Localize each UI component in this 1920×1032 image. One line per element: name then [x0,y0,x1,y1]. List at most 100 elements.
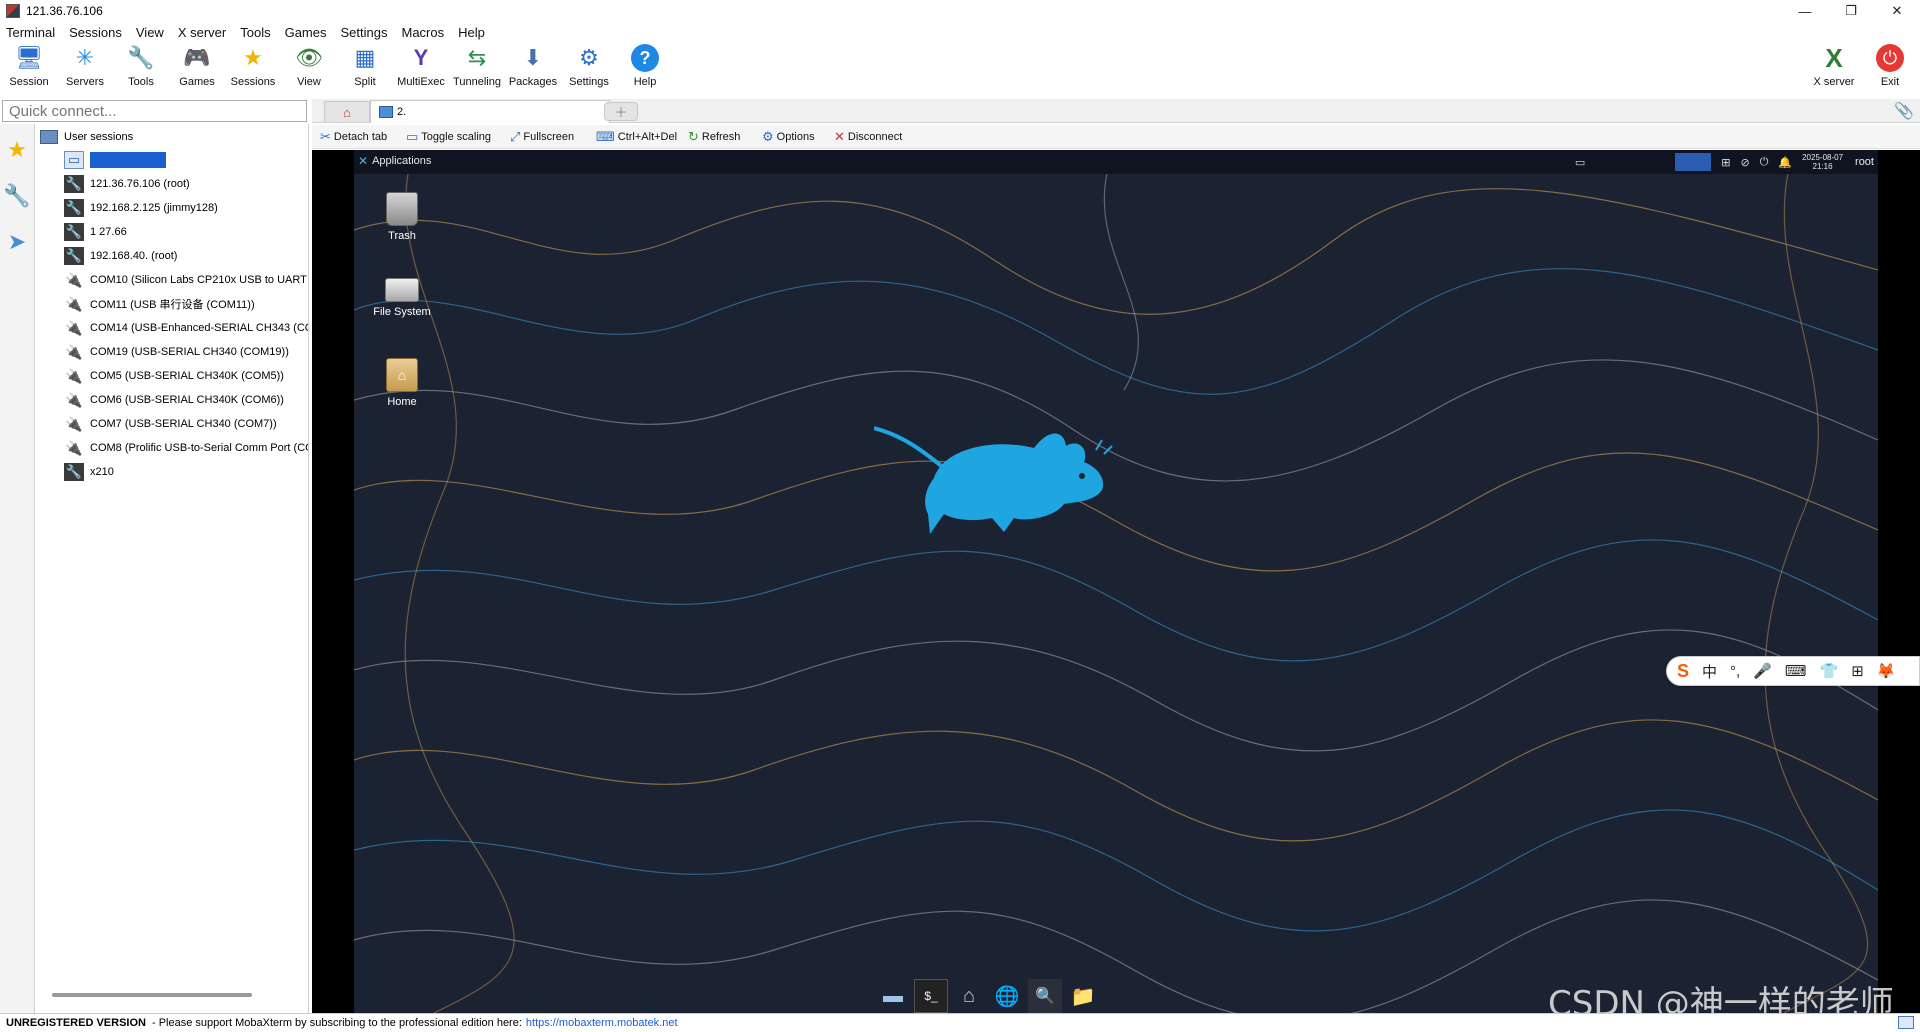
exit-button[interactable]: ⏻ Exit [1862,44,1918,96]
xfce-desktop[interactable]: ✕ Applications ▭ ⊞ ⊘ ⏻ 🔔 2025-08-07 21:1… [354,150,1878,1013]
home-tab[interactable]: ⌂ [324,101,370,122]
user-sessions-folder[interactable]: User sessions [40,130,133,144]
xfce-top-panel: ✕ Applications ▭ ⊞ ⊘ ⏻ 🔔 2025-08-07 21:1… [354,150,1878,174]
restore-button[interactable]: ❐ [1828,0,1874,22]
session-item[interactable]: 🔌 COM10 (Silicon Labs CP210x USB to UART… [64,270,308,290]
session-item[interactable]: 🔧 1 27.66 [64,222,127,242]
ime-punctuation-icon[interactable]: °, [1730,663,1740,680]
session-item[interactable]: 🔧 192.168.40. (root) [64,246,177,266]
notification-bell-icon[interactable]: 🔔 [1778,156,1792,169]
refresh-button[interactable]: ↻ Refresh [688,129,740,145]
fullscreen-button[interactable]: ⤢ Fullscreen [510,129,574,145]
sessions-button[interactable]: ★ Sessions [225,44,281,96]
menu-settings[interactable]: Settings [341,25,388,40]
desktop-file-system[interactable]: File System [362,268,442,318]
file-manager-icon[interactable]: ⌂ [952,979,986,1013]
keyboard-icon[interactable]: ⌨ [1785,662,1807,680]
servers-button[interactable]: ✳ Servers [57,44,113,96]
mascot-icon[interactable]: 🦊 [1877,662,1896,680]
session-item[interactable]: 🔧 121.36.76.106 (root) [64,174,190,194]
web-browser-icon[interactable]: 🌐 [990,979,1024,1013]
power-icon[interactable]: ⏻ [1760,156,1769,169]
ssh-key-icon: 🔧 [64,175,84,193]
desktop-home[interactable]: ⌂ Home [362,358,442,408]
toolbox-grid-icon[interactable]: ⊞ [1851,662,1864,680]
status-monitor-icon[interactable] [1898,1016,1914,1029]
sftp-send-tab-icon[interactable]: ➤ [2,222,32,262]
ssh-key-icon: 🔧 [64,199,84,217]
panel-clock[interactable]: 2025-08-07 21:16 [1802,153,1843,171]
remote-display-area[interactable]: ✕ Applications ▭ ⊞ ⊘ ⏻ 🔔 2025-08-07 21:1… [312,150,1920,1013]
session-item[interactable]: 🔌 COM14 (USB-Enhanced-SERIAL CH343 (COI [64,318,308,338]
session-item[interactable]: 🔧 192.168.2.125 (jimmy128) [64,198,218,218]
mobaxterm-link[interactable]: https://mobaxterm.mobatek.net [526,1017,678,1029]
settings-button[interactable]: ⚙ Settings [561,44,617,96]
xdmcp-tab-icon [379,106,393,118]
window-titlebar: 121.36.76.106 — ❐ ✕ [0,0,1920,22]
split-button[interactable]: ▦ Split [337,44,393,96]
view-button[interactable]: 👁 View [281,44,337,96]
close-button[interactable]: ✕ [1874,0,1920,22]
quick-connect-input[interactable] [2,100,307,122]
disconnect-icon: ✕ [834,129,845,144]
folder-icon[interactable]: 📁 [1066,979,1100,1013]
session-item[interactable]: 🔌 COM5 (USB-SERIAL CH340K (COM5)) [64,366,284,386]
session-button[interactable]: 🖥 Session [1,44,57,96]
menu-xserver[interactable]: X server [178,25,226,40]
session-item[interactable]: 🔌 COM7 (USB-SERIAL CH340 (COM7)) [64,414,276,434]
tunneling-button[interactable]: ⇆ Tunneling [449,44,505,96]
panel-user[interactable]: root [1855,156,1874,168]
ssh-key-icon: 🔧 [64,247,84,265]
ime-language-toggle[interactable]: 中 [1702,661,1717,682]
paperclip-icon[interactable]: 📎 [1894,101,1914,121]
menu-help[interactable]: Help [458,25,485,40]
toggle-scaling-button[interactable]: ▭ Toggle scaling [406,129,491,145]
games-button[interactable]: 🎮 Games [169,44,225,96]
network-icon[interactable]: ⊞ [1721,156,1730,169]
new-tab-button[interactable]: ＋ [604,102,638,121]
disconnect-button[interactable]: ✕ Disconnect [834,129,902,145]
menu-tools[interactable]: Tools [240,25,270,40]
menu-terminal[interactable]: Terminal [6,25,55,40]
menu-view[interactable]: View [136,25,164,40]
detach-tab-button[interactable]: ✂ Detach tab [320,129,387,145]
minimize-button[interactable]: — [1782,0,1828,22]
menu-macros[interactable]: Macros [401,25,444,40]
menu-games[interactable]: Games [285,25,327,40]
search-icon[interactable]: 🔍 [1028,979,1062,1013]
clock-time: 21:16 [1812,162,1833,171]
window-buttons-icon[interactable]: ▭ [1575,156,1585,169]
session-item[interactable]: 🔌 COM6 (USB-SERIAL CH340K (COM6)) [64,390,284,410]
help-button[interactable]: ? Help [617,44,673,96]
menu-sessions[interactable]: Sessions [69,25,122,40]
options-button[interactable]: ⚙ Options [762,129,815,145]
serial-plug-icon: 🔌 [65,391,83,408]
session-item[interactable]: ▭ [64,150,166,170]
tools-button[interactable]: 🔧 Tools [113,44,169,96]
session-item[interactable]: 🔌 COM19 (USB-SERIAL CH340 (COM19)) [64,342,289,362]
sessions-star-tab-icon[interactable]: ★ [2,130,32,170]
xserver-button[interactable]: X X server [1806,44,1862,96]
no-signal-icon[interactable]: ⊘ [1740,156,1749,169]
sessions-horizontal-scrollbar[interactable] [52,993,252,997]
view-icon: 👁 [295,45,323,70]
session-item[interactable]: 🔌 COM11 (USB 串行设备 (COM11)) [64,294,254,314]
tab-label: 2. [397,106,407,118]
ctrl-alt-del-button[interactable]: ⌨ Ctrl+Alt+Del [596,129,677,145]
session-item[interactable]: 🔌 COM8 (Prolific USB-to-Serial Comm Port… [64,438,308,458]
tab-session-2[interactable]: 2. [370,100,610,123]
xfce-mouse-logo [874,426,1113,534]
skin-icon[interactable]: 👕 [1820,662,1839,680]
applications-menu-button[interactable]: ✕ Applications [358,154,431,168]
ssh-key-icon: 🔧 [64,223,84,241]
terminal-icon[interactable]: $_ [914,979,948,1013]
packages-button[interactable]: ⬇ Packages [505,44,561,96]
show-desktop-icon[interactable]: ▬ [876,979,910,1013]
session-item[interactable]: 🔧 x210 [64,462,114,482]
tools-tab-icon[interactable]: 🔧 [2,176,32,216]
workspace-switcher[interactable] [1675,153,1712,171]
microphone-icon[interactable]: 🎤 [1753,662,1772,680]
multiexec-button[interactable]: Y MultiExec [393,44,449,96]
desktop-trash[interactable]: Trash [362,192,442,242]
sogou-logo-icon[interactable]: S [1677,661,1689,682]
